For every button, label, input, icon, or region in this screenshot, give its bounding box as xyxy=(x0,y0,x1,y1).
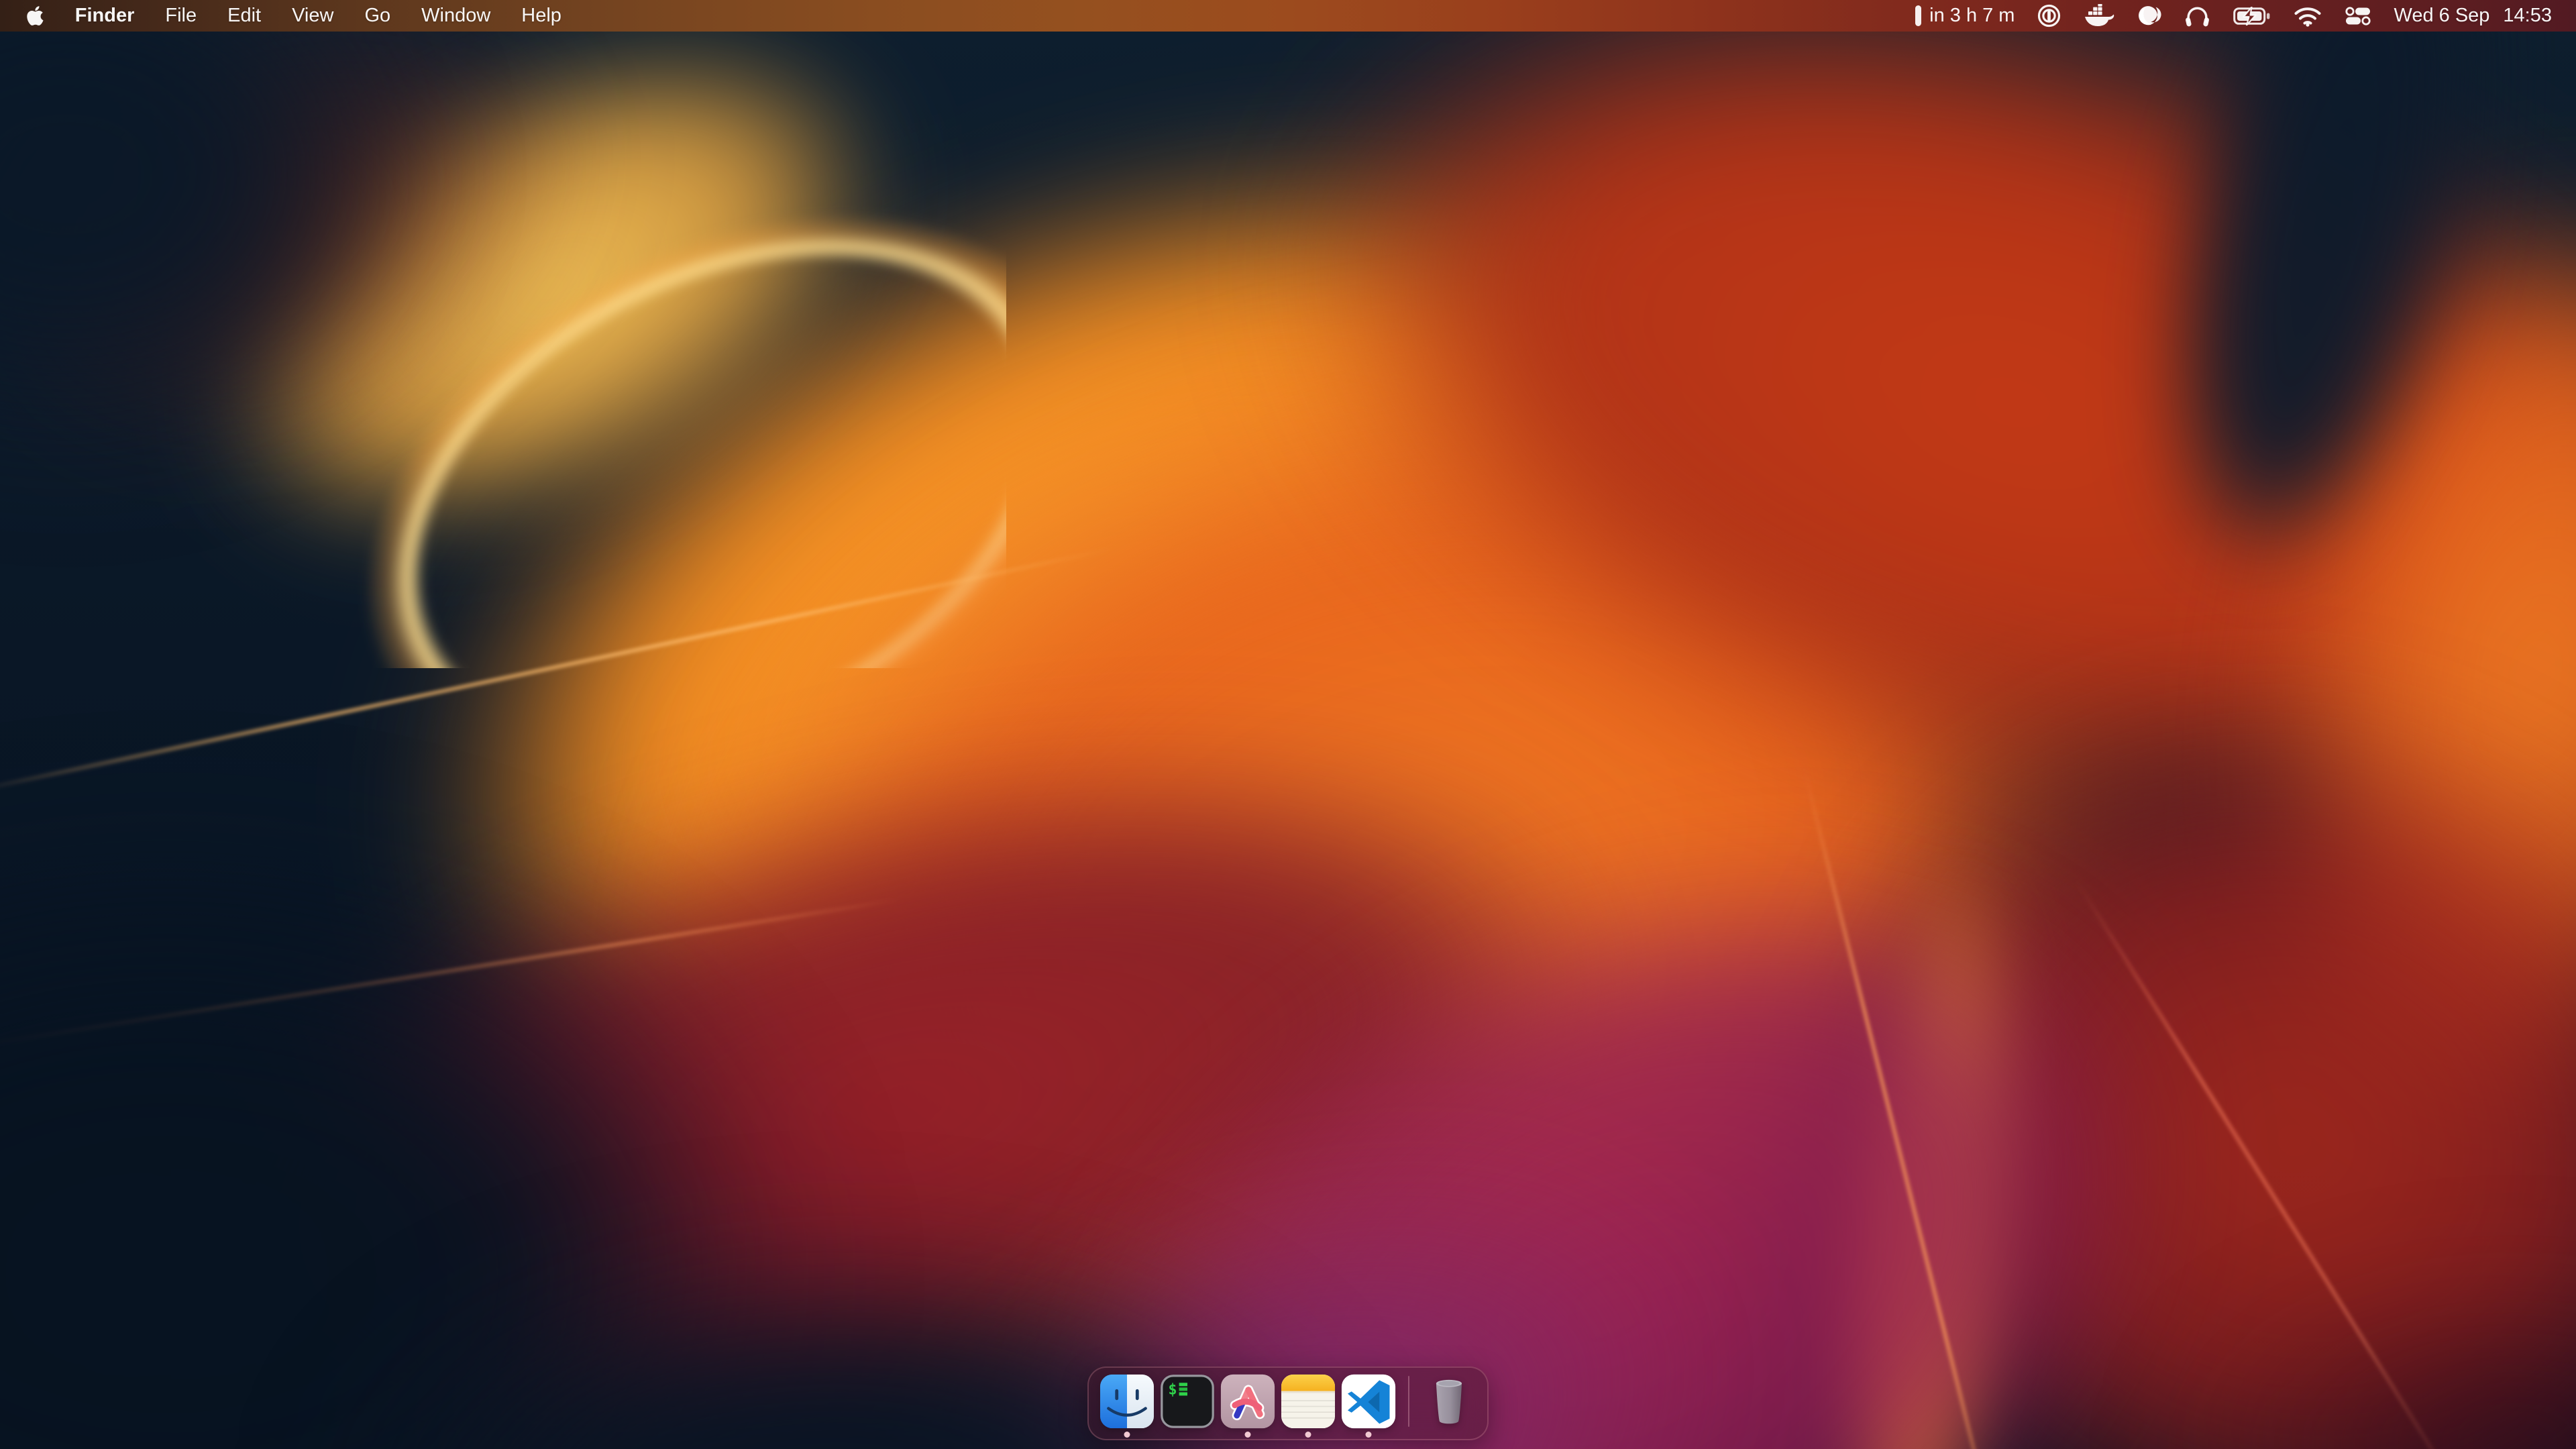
menu-bar-status: in 3 h 7 m xyxy=(1915,3,2576,28)
menu-bar-left: Finder File Edit View Go Window Help xyxy=(0,0,577,32)
dock-item-arc[interactable] xyxy=(1220,1373,1276,1430)
dock-item-terminal[interactable]: $ xyxy=(1159,1373,1216,1430)
1password-icon[interactable] xyxy=(2037,3,2061,28)
dock-item-trash[interactable] xyxy=(1421,1373,1477,1430)
running-indicator xyxy=(1124,1432,1130,1438)
menu-bar-clock[interactable]: Wed 6 Sep 14:53 xyxy=(2394,5,2552,27)
menu-help[interactable]: Help xyxy=(506,0,577,32)
clock-date: Wed 6 Sep xyxy=(2394,5,2489,27)
timer-bar-icon xyxy=(1915,5,1921,26)
svg-text:$: $ xyxy=(1168,1382,1177,1399)
menu-file[interactable]: File xyxy=(150,0,212,32)
desktop-wallpaper xyxy=(0,0,2576,1449)
dock-item-finder[interactable] xyxy=(1099,1373,1155,1430)
menu-edit[interactable]: Edit xyxy=(212,0,276,32)
running-indicator xyxy=(1245,1432,1251,1438)
wifi-icon[interactable] xyxy=(2293,5,2322,28)
apple-logo-icon xyxy=(27,5,44,27)
dock-item-notes[interactable] xyxy=(1280,1373,1336,1430)
status-timer[interactable]: in 3 h 7 m xyxy=(1915,5,2015,27)
menu-app-finder[interactable]: Finder xyxy=(60,0,150,32)
menu-view[interactable]: View xyxy=(276,0,349,32)
menu-bar: Finder File Edit View Go Window Help in … xyxy=(0,0,2576,32)
timer-label: in 3 h 7 m xyxy=(1929,5,2015,27)
dock-divider xyxy=(1408,1376,1409,1427)
running-indicator xyxy=(1366,1432,1372,1438)
headphones-icon[interactable] xyxy=(2184,3,2211,28)
menu-window[interactable]: Window xyxy=(406,0,506,32)
dock: $ xyxy=(1087,1366,1489,1440)
control-center-icon[interactable] xyxy=(2345,7,2371,25)
apple-menu[interactable] xyxy=(27,5,60,27)
running-indicator xyxy=(1305,1432,1311,1438)
docker-icon[interactable] xyxy=(2084,4,2114,28)
dock-item-vscode[interactable] xyxy=(1340,1373,1397,1430)
menu-go[interactable]: Go xyxy=(349,0,406,32)
focus-moon-icon[interactable] xyxy=(2137,3,2161,28)
battery-charging-icon[interactable] xyxy=(2233,7,2271,25)
clock-time: 14:53 xyxy=(2503,5,2552,27)
